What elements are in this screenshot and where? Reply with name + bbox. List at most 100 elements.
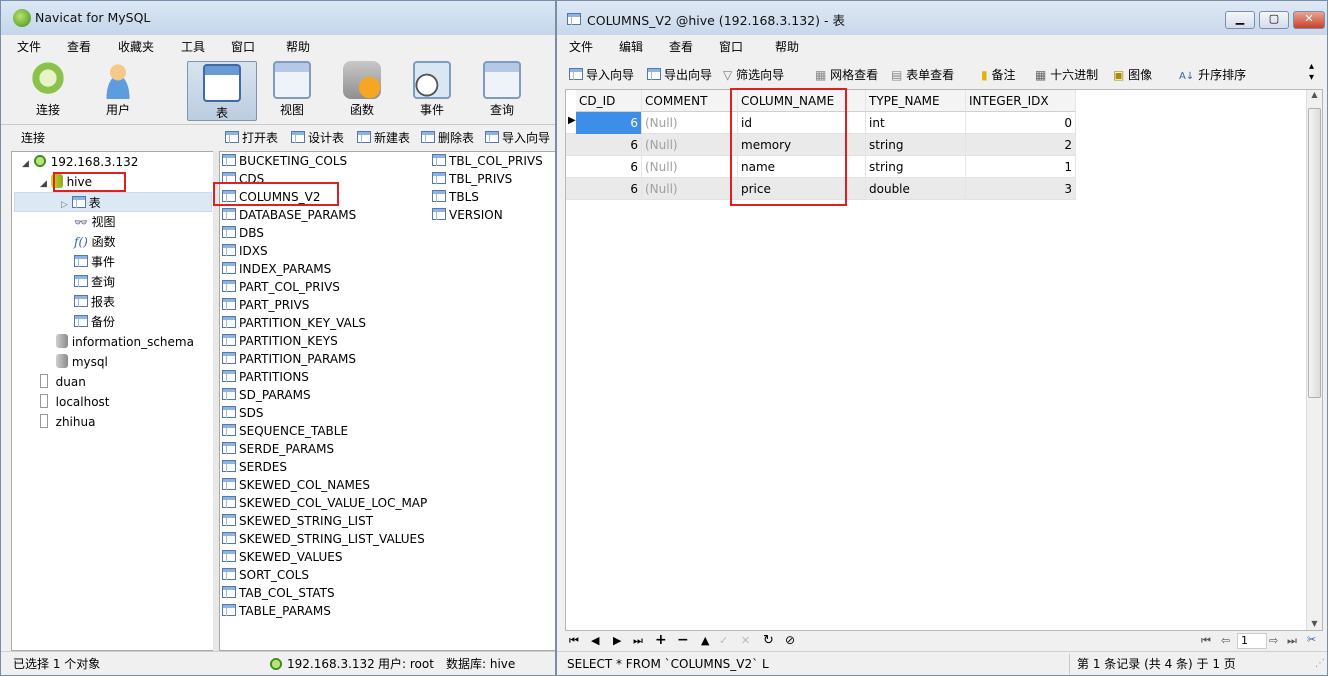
last-page-icon[interactable]: ⏭: [1287, 634, 1297, 648]
scroll-thumb[interactable]: [1308, 108, 1321, 398]
table-item[interactable]: SKEWED_STRING_LIST_VALUES: [222, 530, 425, 548]
tree-server[interactable]: ◢ 192.168.3.132: [22, 152, 138, 172]
apply-icon[interactable]: ✓: [719, 634, 728, 647]
grid-cell[interactable]: 6: [576, 178, 642, 200]
table-item[interactable]: TBL_COL_PRIVS: [432, 152, 543, 170]
table-item[interactable]: SORT_COLS: [222, 566, 309, 584]
delete-table-button[interactable]: 删除表: [421, 129, 474, 146]
sort-asc-button[interactable]: A↓ 升序排序: [1179, 66, 1246, 83]
import-wizard-button[interactable]: 导入向导: [569, 66, 634, 83]
menu-window[interactable]: 窗口: [231, 38, 255, 55]
grid-cell[interactable]: 6: [576, 134, 642, 156]
table-item[interactable]: IDXS: [222, 242, 268, 260]
tree-node-reports[interactable]: 报表: [74, 292, 115, 312]
close-button[interactable]: ✕: [1293, 11, 1325, 29]
tree-connection-localhost[interactable]: localhost: [40, 392, 110, 412]
grid-column-header[interactable]: TYPE_NAME: [866, 90, 966, 112]
first-record-icon[interactable]: ⏮: [569, 634, 579, 648]
table-item[interactable]: SERDE_PARAMS: [222, 440, 334, 458]
table-item[interactable]: SDS: [222, 404, 263, 422]
resize-grip-icon[interactable]: ⋰: [1315, 658, 1325, 669]
table-item[interactable]: TAB_COL_STATS: [222, 584, 335, 602]
menu-view[interactable]: 查看: [67, 38, 91, 55]
table-object-list[interactable]: BUCKETING_COLS CDS COLUMNS_V2 DATABASE_PARA…: [219, 151, 555, 651]
grid-cell[interactable]: 6: [576, 156, 642, 178]
user-button[interactable]: 用户: [91, 61, 145, 118]
table-item[interactable]: TBL_PRIVS: [432, 170, 512, 188]
menu-view[interactable]: 查看: [669, 38, 693, 55]
grid-cell[interactable]: 3: [966, 178, 1076, 200]
menu-help[interactable]: 帮助: [286, 38, 310, 55]
table-item[interactable]: PARTITION_PARAMS: [222, 350, 356, 368]
image-button[interactable]: ▣ 图像: [1113, 66, 1152, 83]
table-item[interactable]: PARTITION_KEYS: [222, 332, 338, 350]
open-table-button[interactable]: 打开表: [225, 129, 278, 146]
grid-cell[interactable]: 0: [966, 112, 1076, 134]
table-item[interactable]: BUCKETING_COLS: [222, 152, 347, 170]
scroll-up-icon[interactable]: ▲: [1307, 90, 1322, 99]
add-record-icon[interactable]: +: [655, 632, 667, 648]
last-record-icon[interactable]: ⏭: [633, 634, 643, 648]
table-item[interactable]: TABLE_PARAMS: [222, 602, 331, 620]
memo-button[interactable]: ▮ 备注: [981, 66, 1015, 83]
form-view-button[interactable]: ▤ 表单查看: [891, 66, 954, 83]
cancel-icon[interactable]: ✕: [741, 634, 750, 647]
tree-connection-zhihua[interactable]: zhihua: [40, 412, 95, 432]
table-item[interactable]: SD_PARAMS: [222, 386, 311, 404]
grid-cell[interactable]: 1: [966, 156, 1076, 178]
table-item[interactable]: SKEWED_VALUES: [222, 548, 342, 566]
maximize-button[interactable]: ▢: [1259, 11, 1289, 29]
grid-cell[interactable]: string: [866, 134, 966, 156]
menu-tools[interactable]: 工具: [181, 38, 205, 55]
table-window-titlebar[interactable]: COLUMNS_V2 @hive (192.168.3.132) - 表 ▁ ▢…: [557, 1, 1327, 35]
next-page-icon[interactable]: ⇨: [1269, 634, 1278, 647]
grid-cell[interactable]: double: [866, 178, 966, 200]
table-item[interactable]: INDEX_PARAMS: [222, 260, 331, 278]
table-item[interactable]: SKEWED_STRING_LIST: [222, 512, 373, 530]
grid-cell[interactable]: (Null): [642, 178, 738, 200]
grid-cell[interactable]: string: [866, 156, 966, 178]
table-item[interactable]: SEQUENCE_TABLE: [222, 422, 348, 440]
tree-node-views[interactable]: 👓 视图: [74, 212, 116, 232]
data-grid[interactable]: CD_ID COMMENT COLUMN_NAME TYPE_NAME INTEGER_…: [565, 89, 1323, 631]
function-button[interactable]: 函数: [335, 61, 389, 118]
table-item[interactable]: PARTITION_KEY_VALS: [222, 314, 366, 332]
next-record-icon[interactable]: ▶: [613, 634, 621, 647]
view-button[interactable]: 视图: [265, 61, 319, 118]
new-table-button[interactable]: 新建表: [357, 129, 410, 146]
table-item[interactable]: DBS: [222, 224, 264, 242]
table-item[interactable]: SKEWED_COL_VALUE_LOC_MAP: [222, 494, 427, 512]
menu-help[interactable]: 帮助: [775, 38, 799, 55]
up-record-icon[interactable]: ▲: [701, 634, 709, 647]
hex-button[interactable]: ▦ 十六进制: [1035, 66, 1098, 83]
menu-window[interactable]: 窗口: [719, 38, 743, 55]
tree-db-information-schema[interactable]: information_schema: [56, 332, 194, 352]
connect-button[interactable]: 连接: [21, 61, 75, 118]
minimize-button[interactable]: ▁: [1225, 11, 1255, 29]
design-table-button[interactable]: 设计表: [291, 129, 344, 146]
tree-node-queries[interactable]: 查询: [74, 272, 115, 292]
grid-view-button[interactable]: ▦ 网格查看: [815, 66, 878, 83]
table-button[interactable]: 表: [187, 61, 257, 121]
grid-cell[interactable]: 2: [966, 134, 1076, 156]
grid-cell[interactable]: (Null): [642, 134, 738, 156]
table-item[interactable]: PART_COL_PRIVS: [222, 278, 340, 296]
table-item[interactable]: DATABASE_PARAMS: [222, 206, 356, 224]
tree-db-mysql[interactable]: mysql: [56, 352, 108, 372]
grid-cell[interactable]: (Null): [642, 156, 738, 178]
prev-page-icon[interactable]: ⇦: [1221, 634, 1230, 647]
grid-cell[interactable]: 6: [576, 112, 642, 134]
vertical-scrollbar[interactable]: ▲ ▼: [1306, 90, 1322, 630]
grid-cell[interactable]: int: [866, 112, 966, 134]
filter-wizard-button[interactable]: ▽ 筛选向导: [723, 66, 784, 83]
export-wizard-button[interactable]: 导出向导: [647, 66, 712, 83]
scroll-down-icon[interactable]: ▼: [1307, 619, 1322, 628]
table-item[interactable]: VERSION: [432, 206, 503, 224]
tree-node-backups[interactable]: 备份: [74, 312, 115, 332]
grid-column-header[interactable]: CD_ID: [576, 90, 642, 112]
grid-column-header[interactable]: INTEGER_IDX: [966, 90, 1076, 112]
table-item[interactable]: TBLS: [432, 188, 479, 206]
tree-connection-duan[interactable]: duan: [40, 372, 86, 392]
import-wizard-button[interactable]: 导入向导: [485, 129, 550, 146]
menu-edit[interactable]: 编辑: [619, 38, 643, 55]
